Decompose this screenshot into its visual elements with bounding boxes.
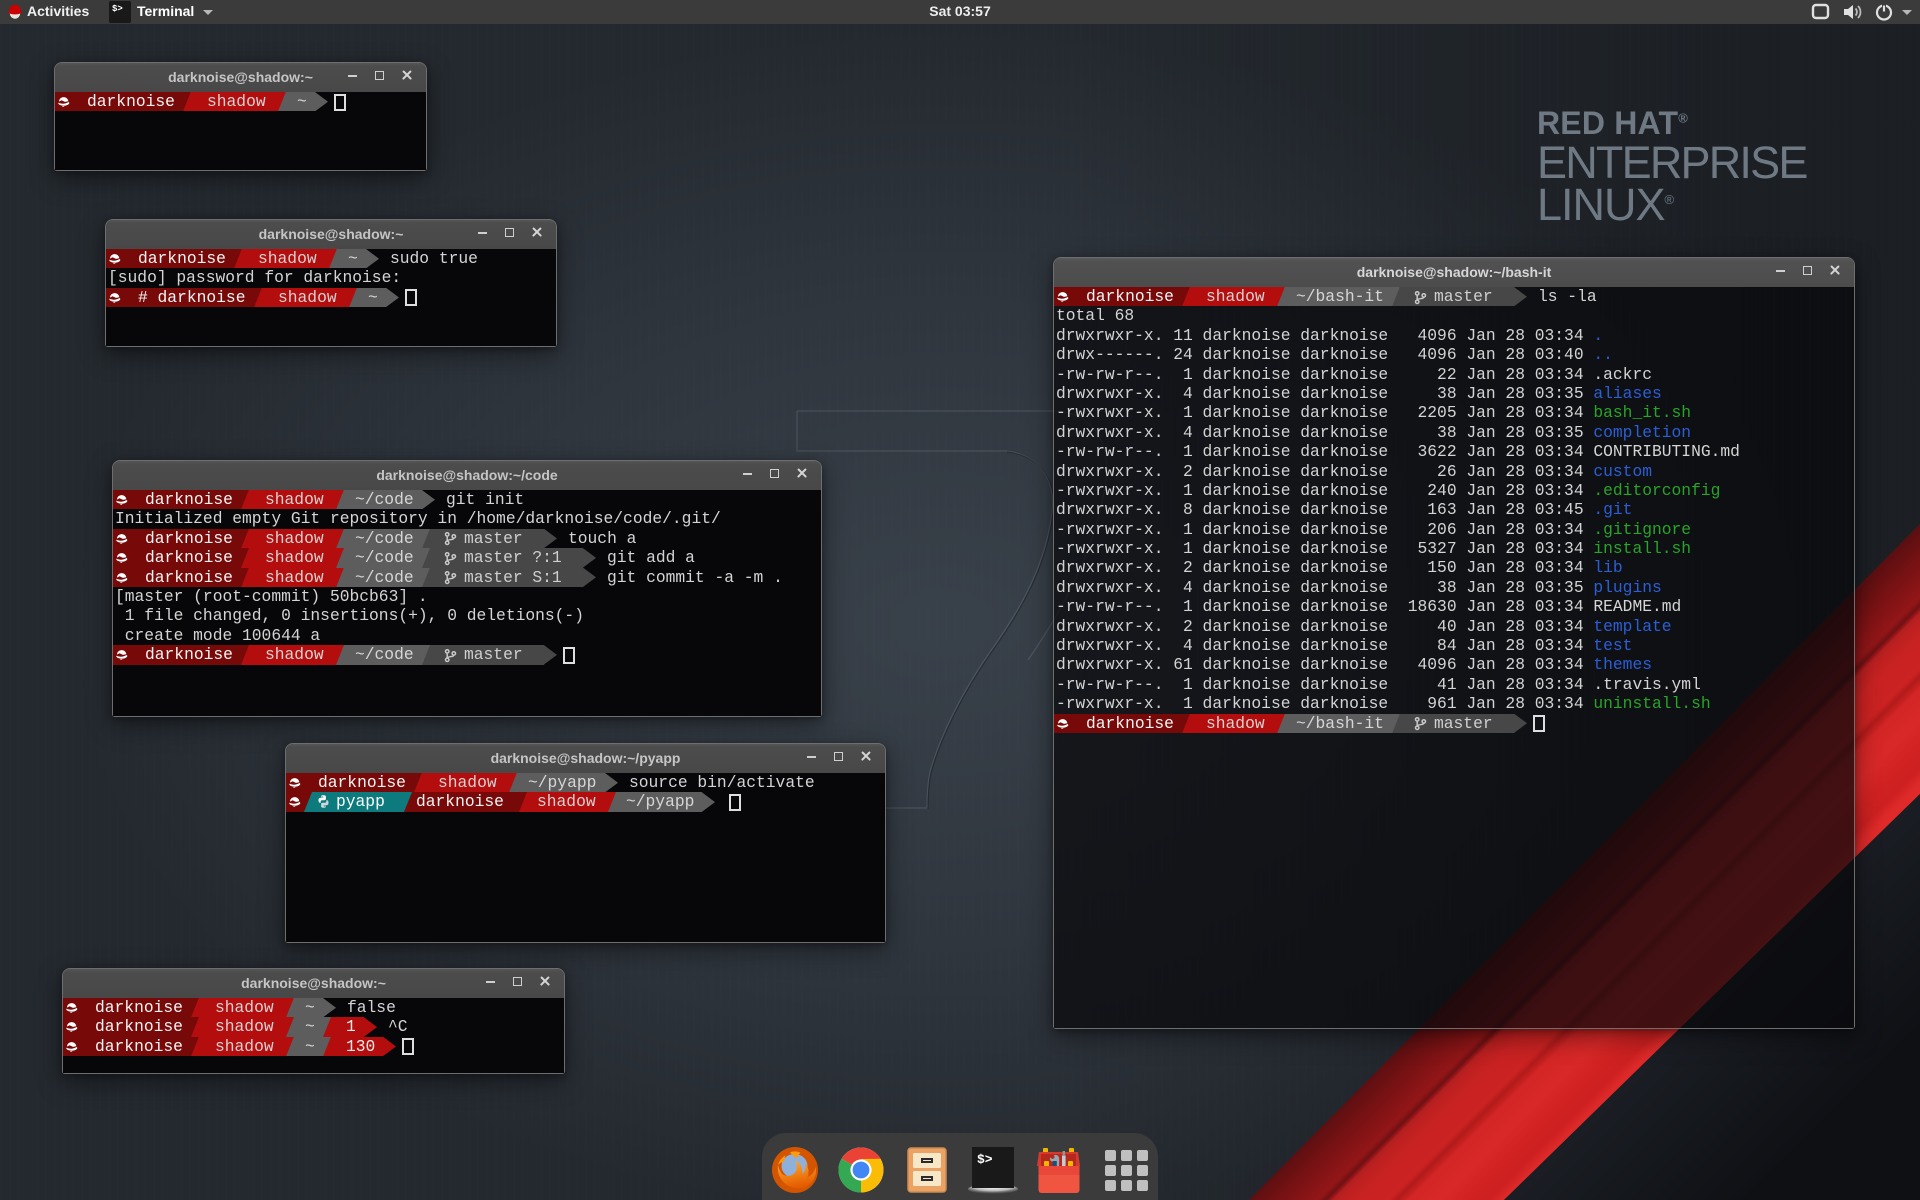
svg-text:$>: $> [977, 1152, 993, 1167]
